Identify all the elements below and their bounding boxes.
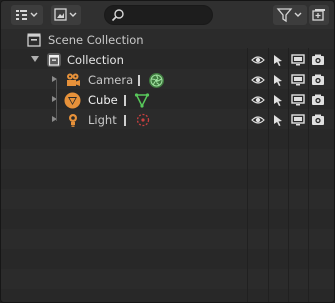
scene-collection-icon bbox=[26, 32, 42, 48]
outliner-editor: Scene Collection Collection Camera Cube … bbox=[0, 0, 335, 303]
tree-row-bg bbox=[1, 229, 334, 249]
column-divider bbox=[308, 48, 309, 302]
mesh-object-icon bbox=[64, 92, 81, 109]
viewport-monitor-icon[interactable] bbox=[291, 73, 305, 87]
viewport-monitor-icon[interactable] bbox=[291, 53, 305, 67]
tree-row-bg bbox=[1, 129, 334, 149]
render-camera-icon[interactable] bbox=[311, 53, 325, 67]
outliner-tree: Scene Collection Collection Camera Cube … bbox=[1, 29, 334, 302]
render-camera-icon[interactable] bbox=[311, 73, 325, 87]
tree-item-scene-collection[interactable]: Scene Collection bbox=[1, 30, 334, 50]
image-sort-icon bbox=[53, 8, 79, 22]
select-arrow-icon[interactable] bbox=[271, 113, 285, 127]
search-icon bbox=[111, 8, 125, 25]
tree-item-light[interactable]: Light bbox=[1, 110, 334, 130]
tree-item-label: Scene Collection bbox=[48, 33, 144, 47]
select-arrow-icon[interactable] bbox=[271, 93, 285, 107]
tree-item-camera[interactable]: Camera bbox=[1, 70, 334, 90]
outliner-header bbox=[1, 1, 334, 29]
render-camera-icon[interactable] bbox=[311, 93, 325, 107]
camera-object-icon bbox=[65, 72, 81, 88]
tree-item-collection[interactable]: Collection bbox=[1, 50, 334, 70]
tree-row-bg bbox=[1, 149, 334, 169]
tree-row-bg bbox=[1, 249, 334, 269]
display-mode-dropdown[interactable] bbox=[11, 5, 43, 25]
visibility-eye-icon[interactable] bbox=[251, 73, 265, 87]
search-field[interactable] bbox=[104, 5, 213, 25]
light-data-icon[interactable] bbox=[135, 112, 151, 128]
tree-row-bg bbox=[1, 289, 334, 302]
tree-item-label: Collection bbox=[67, 53, 124, 67]
outliner-display-icon bbox=[14, 8, 40, 22]
new-collection-button[interactable] bbox=[309, 5, 329, 25]
collection-icon bbox=[46, 52, 62, 68]
tree-row-bg bbox=[1, 189, 334, 209]
filter-icon bbox=[276, 7, 304, 23]
visibility-eye-icon[interactable] bbox=[251, 113, 265, 127]
row-separator bbox=[124, 95, 126, 106]
column-divider bbox=[268, 48, 269, 302]
column-divider bbox=[247, 48, 248, 302]
add-collection-icon bbox=[311, 8, 327, 22]
tree-row-bg bbox=[1, 269, 334, 289]
filter-dropdown-left[interactable] bbox=[51, 5, 81, 25]
expand-arrow-icon[interactable] bbox=[31, 56, 39, 62]
tree-row-bg bbox=[1, 169, 334, 189]
tree-item-label: Camera bbox=[88, 73, 134, 87]
render-camera-icon[interactable] bbox=[311, 113, 325, 127]
tree-item-cube[interactable]: Cube bbox=[1, 90, 334, 110]
tree-item-label: Light bbox=[88, 113, 117, 127]
filter-popover-button[interactable] bbox=[273, 5, 307, 25]
mesh-data-icon[interactable] bbox=[134, 92, 150, 108]
row-separator bbox=[138, 75, 140, 86]
tree-guide-line bbox=[56, 79, 57, 121]
tree-item-label: Cube bbox=[88, 93, 118, 107]
visibility-eye-icon[interactable] bbox=[251, 53, 265, 67]
visibility-eye-icon[interactable] bbox=[251, 93, 265, 107]
column-divider bbox=[288, 48, 289, 302]
viewport-monitor-icon[interactable] bbox=[291, 113, 305, 127]
select-arrow-icon[interactable] bbox=[271, 73, 285, 87]
light-object-icon bbox=[65, 112, 81, 128]
viewport-monitor-icon[interactable] bbox=[291, 93, 305, 107]
row-separator bbox=[124, 115, 126, 126]
search-input[interactable] bbox=[127, 7, 209, 23]
select-arrow-icon[interactable] bbox=[271, 53, 285, 67]
tree-row-bg bbox=[1, 209, 334, 229]
camera-data-icon[interactable] bbox=[148, 72, 164, 88]
